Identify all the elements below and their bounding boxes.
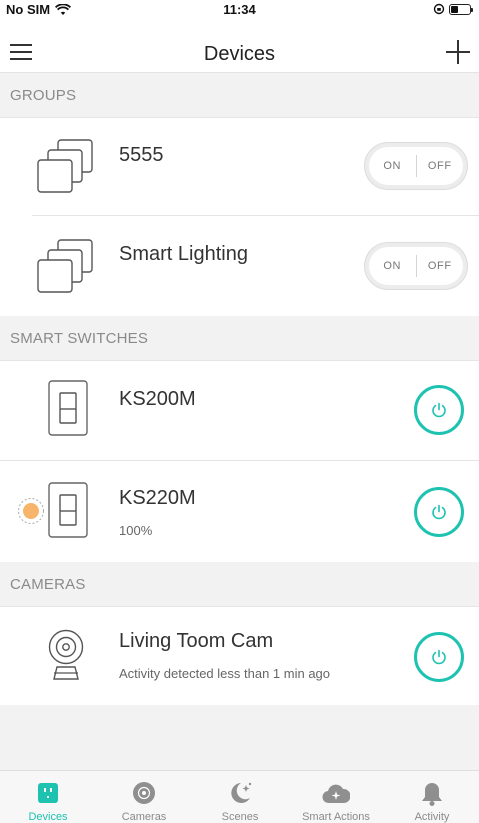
camera-activity-status: Activity detected less than 1 min ago <box>119 666 331 681</box>
status-bar: No SIM 11:34 <box>0 0 479 20</box>
tab-scenes[interactable]: Scenes <box>192 771 288 823</box>
camera-row-living-toom-cam[interactable]: Living Toom Cam Activity detected less t… <box>0 607 479 705</box>
tab-label: Cameras <box>121 811 167 823</box>
power-button[interactable] <box>414 385 464 435</box>
switch-row-ks220m[interactable]: KS220M 100% <box>0 461 479 562</box>
tab-cameras[interactable]: Cameras <box>96 771 192 823</box>
off-button[interactable]: OFF <box>417 247 464 285</box>
group-row-smart-lighting[interactable]: Smart Lighting ON OFF <box>0 216 479 316</box>
power-icon <box>432 649 446 665</box>
device-name: KS220M <box>119 487 196 509</box>
group-stack-icon <box>37 139 93 193</box>
group-toggle: ON OFF <box>364 142 468 190</box>
power-icon <box>432 402 446 418</box>
group-stack-icon <box>37 239 93 293</box>
tab-label: Devices <box>28 811 68 823</box>
light-switch-icon <box>48 380 88 436</box>
section-title: CAMERAS <box>10 576 86 593</box>
on-button[interactable]: ON <box>369 247 416 285</box>
orientation-lock-icon <box>433 3 445 15</box>
tab-bar: Devices Cameras Scenes Smart Actions Act… <box>0 770 479 823</box>
clock-time: 11:34 <box>223 2 256 17</box>
tab-label: Scenes <box>221 811 259 823</box>
dimmer-level-dot-icon <box>18 498 44 524</box>
tab-smart-actions[interactable]: Smart Actions <box>288 771 384 823</box>
off-button[interactable]: OFF <box>417 147 464 185</box>
bell-icon <box>422 783 442 806</box>
power-button[interactable] <box>414 487 464 537</box>
section-header-cameras: CAMERAS <box>0 562 479 607</box>
group-name: Smart Lighting <box>119 243 248 265</box>
moon-stars-icon <box>231 782 252 803</box>
power-icon <box>432 504 446 520</box>
light-switch-icon <box>48 482 88 538</box>
power-button[interactable] <box>414 632 464 682</box>
group-toggle: ON OFF <box>364 242 468 290</box>
switch-row-ks200m[interactable]: KS200M <box>0 361 479 460</box>
tab-label: Activity <box>414 811 450 823</box>
device-status: 100% <box>119 523 153 538</box>
device-name: KS200M <box>119 388 196 410</box>
on-button[interactable]: ON <box>369 147 416 185</box>
devices-icon <box>38 783 58 803</box>
group-name: 5555 <box>119 144 164 166</box>
section-header-smart-switches: SMART SWITCHES <box>0 316 479 361</box>
tab-activity[interactable]: Activity <box>384 771 479 823</box>
tab-devices[interactable]: Devices <box>0 771 96 823</box>
section-header-groups: GROUPS <box>0 73 479 118</box>
camera-lens-icon <box>133 782 155 804</box>
tab-label: Smart Actions <box>302 811 370 823</box>
battery-icon <box>449 3 473 15</box>
security-camera-icon <box>48 629 84 680</box>
cloud-sparkle-icon <box>322 784 350 804</box>
nav-bar: Devices <box>0 20 479 73</box>
section-title: GROUPS <box>10 87 77 104</box>
page-title: Devices <box>203 43 276 65</box>
device-name: Living Toom Cam <box>119 630 274 652</box>
group-row-5555[interactable]: 5555 ON OFF <box>0 118 479 216</box>
status-right <box>433 3 473 15</box>
add-device-icon[interactable] <box>445 40 471 66</box>
section-title: SMART SWITCHES <box>10 330 149 347</box>
